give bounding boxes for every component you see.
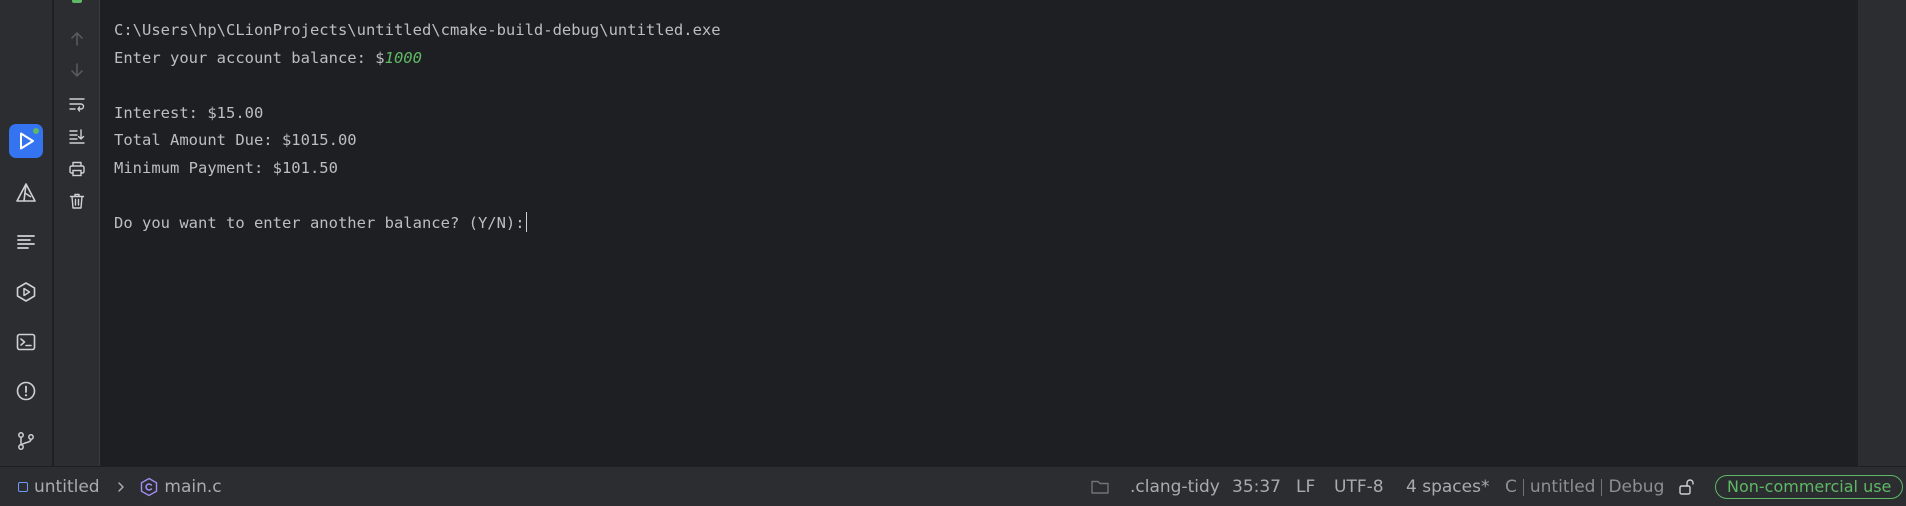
terminal-icon [16, 333, 36, 351]
git-branch-icon [18, 432, 34, 450]
soft-wrap-icon [69, 98, 85, 112]
console-line: Total Amount Due: $1015.00 [114, 131, 357, 149]
license-widget[interactable]: Non-commercial use [1715, 467, 1904, 506]
divider [1601, 478, 1603, 496]
module-icon [18, 482, 28, 492]
problems-icon [16, 381, 36, 401]
folder-status-icon[interactable] [1090, 467, 1110, 506]
run-tool-button[interactable] [9, 124, 43, 158]
cmake-tool-button[interactable] [9, 176, 43, 210]
read-only-toggle[interactable] [1677, 467, 1695, 506]
console-line: Minimum Payment: $101.50 [114, 158, 338, 177]
breadcrumb: untitled main.c [18, 467, 222, 506]
scroll-down-button[interactable] [65, 58, 89, 82]
c-file-icon [141, 477, 158, 497]
clang-tidy-widget[interactable]: .clang-tidy [1130, 467, 1220, 506]
structure-tool-button[interactable] [9, 225, 43, 259]
console-line: C:\Users\hp\CLionProjects\untitled\cmake… [114, 21, 721, 39]
console-line: Do you want to enter another balance? (Y… [114, 211, 1858, 240]
console-scrollbar-area[interactable] [1858, 0, 1906, 466]
chevron-right-icon [118, 482, 124, 492]
running-indicator-icon [32, 127, 40, 135]
folder-icon [1091, 480, 1109, 494]
clear-all-button[interactable] [65, 189, 89, 213]
file-encoding[interactable]: UTF-8 [1334, 467, 1384, 506]
services-icon [16, 282, 36, 302]
console-line: Enter your account balance: $1000 [114, 47, 1858, 75]
license-badge: Non-commercial use [1715, 475, 1904, 499]
run-console-output[interactable]: C:\Users\hp\CLionProjects\untitled\cmake… [101, 0, 1858, 466]
divider [1522, 478, 1524, 496]
breadcrumb-file[interactable]: main.c [164, 477, 221, 497]
text-caret [525, 211, 528, 232]
services-tool-button[interactable] [9, 275, 43, 309]
context-project: untitled [1529, 477, 1596, 497]
scroll-to-end-icon [69, 129, 85, 144]
structure-icon [17, 235, 35, 249]
arrow-down-icon [71, 63, 83, 77]
context-configuration: Debug [1608, 477, 1665, 497]
console-line: Interest: $15.00 [114, 103, 264, 122]
cmake-icon [16, 183, 36, 202]
unlock-icon [1679, 479, 1694, 495]
context-language: C [1505, 477, 1517, 497]
console-prompt: Do you want to enter another balance? (Y… [114, 213, 525, 232]
breadcrumb-project[interactable]: untitled [34, 477, 100, 497]
problems-tool-button[interactable] [9, 374, 43, 408]
scroll-to-end-button[interactable] [65, 124, 89, 148]
soft-wrap-button[interactable] [65, 92, 89, 116]
indent-settings[interactable]: 4 spaces* [1406, 467, 1489, 506]
arrow-up-icon [71, 32, 83, 46]
git-tool-button[interactable] [9, 424, 43, 458]
line-ending[interactable]: LF [1296, 467, 1315, 506]
console-toolbar [54, 0, 100, 466]
tool-window-strip [0, 0, 53, 466]
trash-icon [69, 193, 85, 209]
rerun-icon[interactable] [72, 0, 82, 3]
console-prompt: Enter your account balance: $ [114, 48, 385, 67]
print-button[interactable] [65, 157, 89, 181]
terminal-tool-button[interactable] [9, 325, 43, 359]
console-user-input: 1000 [384, 48, 422, 67]
cursor-position[interactable]: 35:37 [1232, 467, 1281, 506]
status-bar: untitled main.c .clang-tidy 35:37 LF UTF… [0, 466, 1906, 506]
scroll-up-button[interactable] [65, 27, 89, 51]
print-icon [69, 161, 85, 177]
context-widget[interactable]: Cuntitled Debug [1505, 467, 1664, 506]
